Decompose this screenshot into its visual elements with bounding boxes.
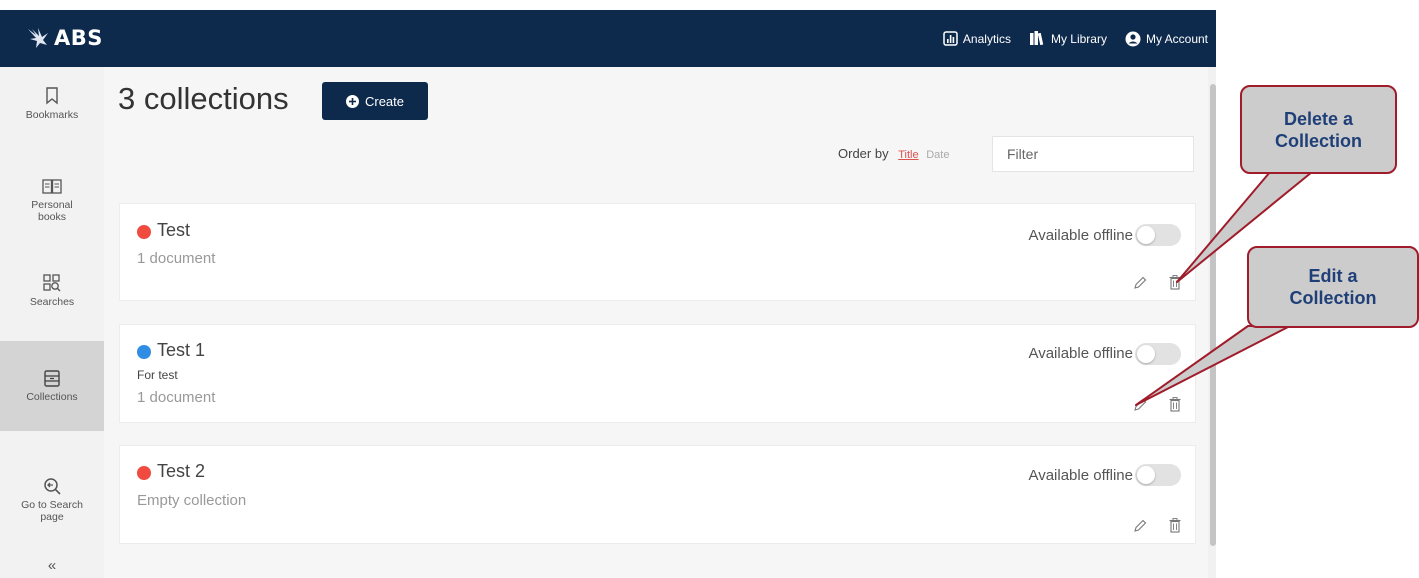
edit-collection-callout: Edit a Collection (1247, 246, 1419, 328)
delete-callout-text: Delete a Collection (1274, 108, 1362, 151)
delete-collection-callout: Delete a Collection (1240, 85, 1397, 174)
edit-callout-pointer (1135, 325, 1291, 406)
callout-pointers (1135, 171, 1313, 406)
edit-callout-text: Edit a Collection (1289, 266, 1377, 308)
